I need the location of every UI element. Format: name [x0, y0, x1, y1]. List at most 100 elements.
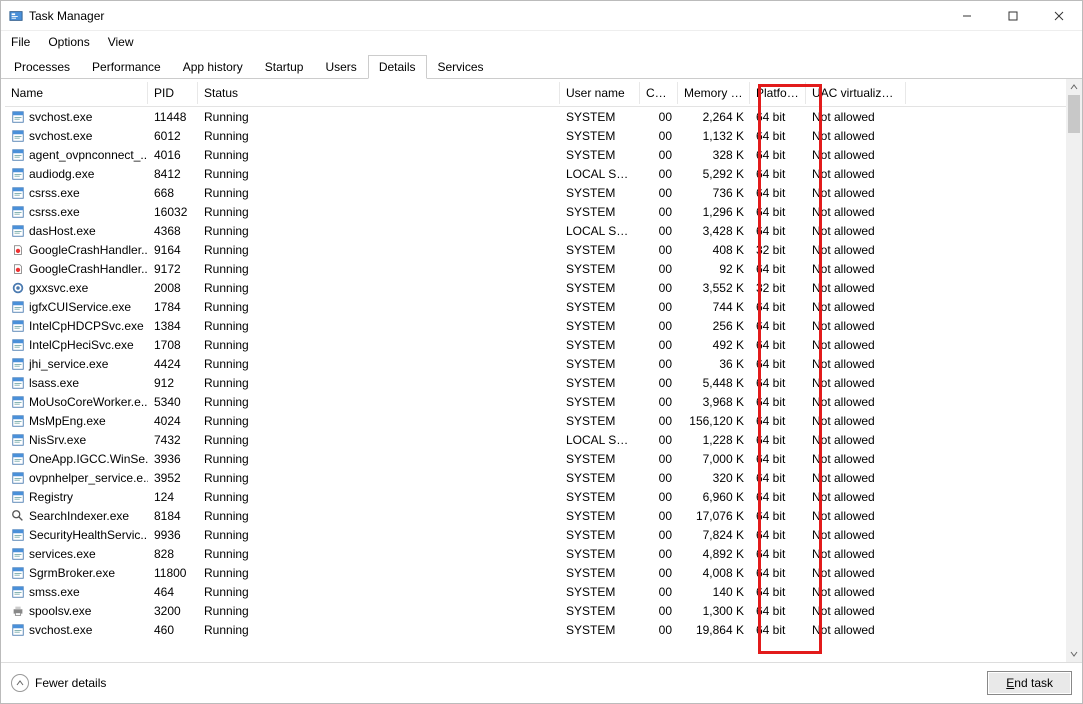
tab-startup[interactable]: Startup: [254, 55, 315, 79]
process-pid: 4016: [148, 148, 198, 162]
tab-apphistory[interactable]: App history: [172, 55, 254, 79]
col-header-memory[interactable]: Memory (a...: [678, 82, 750, 104]
menu-file[interactable]: File: [11, 35, 30, 49]
process-row[interactable]: jhi_service.exe4424RunningSYSTEM0036 K64…: [5, 354, 1066, 373]
process-row[interactable]: NisSrv.exe7432RunningLOCAL SE...001,228 …: [5, 430, 1066, 449]
process-icon: [11, 129, 25, 143]
process-row[interactable]: svchost.exe6012RunningSYSTEM001,132 K64 …: [5, 126, 1066, 145]
process-user: SYSTEM: [560, 338, 640, 352]
process-row[interactable]: smss.exe464RunningSYSTEM00140 K64 bitNot…: [5, 582, 1066, 601]
process-row[interactable]: MoUsoCoreWorker.e...5340RunningSYSTEM003…: [5, 392, 1066, 411]
process-uac: Not allowed: [806, 262, 906, 276]
tab-details[interactable]: Details: [368, 55, 427, 79]
col-header-status[interactable]: Status: [198, 82, 560, 104]
process-icon: [11, 585, 25, 599]
close-button[interactable]: [1036, 1, 1082, 31]
scroll-down-arrow[interactable]: [1066, 646, 1082, 662]
process-uac: Not allowed: [806, 623, 906, 637]
process-status: Running: [198, 414, 560, 428]
process-row[interactable]: MsMpEng.exe4024RunningSYSTEM00156,120 K6…: [5, 411, 1066, 430]
process-cpu: 00: [640, 205, 678, 219]
process-platform: 64 bit: [750, 490, 806, 504]
process-user: SYSTEM: [560, 623, 640, 637]
process-row[interactable]: lsass.exe912RunningSYSTEM005,448 K64 bit…: [5, 373, 1066, 392]
process-memory: 256 K: [678, 319, 750, 333]
process-icon: [11, 300, 25, 314]
process-memory: 736 K: [678, 186, 750, 200]
col-header-platform[interactable]: Platform: [750, 82, 806, 104]
process-pid: 1784: [148, 300, 198, 314]
process-uac: Not allowed: [806, 357, 906, 371]
process-icon: [11, 490, 25, 504]
menu-view[interactable]: View: [108, 35, 134, 49]
process-uac: Not allowed: [806, 452, 906, 466]
process-row[interactable]: spoolsv.exe3200RunningSYSTEM001,300 K64 …: [5, 601, 1066, 620]
process-pid: 464: [148, 585, 198, 599]
col-header-name[interactable]: Name: [5, 82, 148, 104]
process-row[interactable]: GoogleCrashHandler...9164RunningSYSTEM00…: [5, 240, 1066, 259]
process-row[interactable]: IntelCpHeciSvc.exe1708RunningSYSTEM00492…: [5, 335, 1066, 354]
scroll-up-arrow[interactable]: [1066, 79, 1082, 95]
tab-processes[interactable]: Processes: [3, 55, 81, 79]
process-status: Running: [198, 129, 560, 143]
process-memory: 36 K: [678, 357, 750, 371]
process-row[interactable]: igfxCUIService.exe1784RunningSYSTEM00744…: [5, 297, 1066, 316]
process-row[interactable]: svchost.exe11448RunningSYSTEM002,264 K64…: [5, 107, 1066, 126]
process-row[interactable]: GoogleCrashHandler...9172RunningSYSTEM00…: [5, 259, 1066, 278]
process-platform: 64 bit: [750, 148, 806, 162]
maximize-button[interactable]: [990, 1, 1036, 31]
tab-performance[interactable]: Performance: [81, 55, 172, 79]
process-pid: 912: [148, 376, 198, 390]
process-user: SYSTEM: [560, 395, 640, 409]
scroll-thumb[interactable]: [1068, 95, 1080, 133]
process-user: SYSTEM: [560, 205, 640, 219]
process-platform: 64 bit: [750, 167, 806, 181]
process-uac: Not allowed: [806, 110, 906, 124]
col-header-uac[interactable]: UAC virtualizat...: [806, 82, 906, 104]
fewer-details-toggle[interactable]: Fewer details: [11, 674, 106, 692]
process-row[interactable]: dasHost.exe4368RunningLOCAL SE...003,428…: [5, 221, 1066, 240]
process-row[interactable]: SgrmBroker.exe11800RunningSYSTEM004,008 …: [5, 563, 1066, 582]
process-platform: 64 bit: [750, 566, 806, 580]
vertical-scrollbar[interactable]: [1066, 79, 1082, 662]
process-platform: 64 bit: [750, 509, 806, 523]
process-memory: 1,132 K: [678, 129, 750, 143]
process-row[interactable]: ovpnhelper_service.e...3952RunningSYSTEM…: [5, 468, 1066, 487]
process-row[interactable]: Registry124RunningSYSTEM006,960 K64 bitN…: [5, 487, 1066, 506]
process-uac: Not allowed: [806, 566, 906, 580]
process-status: Running: [198, 433, 560, 447]
tab-services[interactable]: Services: [427, 55, 495, 79]
process-row[interactable]: csrss.exe16032RunningSYSTEM001,296 K64 b…: [5, 202, 1066, 221]
process-status: Running: [198, 338, 560, 352]
process-status: Running: [198, 528, 560, 542]
process-icon: [11, 110, 25, 124]
process-row[interactable]: audiodg.exe8412RunningLOCAL SE...005,292…: [5, 164, 1066, 183]
process-row[interactable]: csrss.exe668RunningSYSTEM00736 K64 bitNo…: [5, 183, 1066, 202]
col-header-pid[interactable]: PID: [148, 82, 198, 104]
process-row[interactable]: OneApp.IGCC.WinSe...3936RunningSYSTEM007…: [5, 449, 1066, 468]
process-cpu: 00: [640, 509, 678, 523]
process-row[interactable]: gxxsvc.exe2008RunningSYSTEM003,552 K32 b…: [5, 278, 1066, 297]
process-cpu: 00: [640, 262, 678, 276]
menu-options[interactable]: Options: [48, 35, 89, 49]
process-uac: Not allowed: [806, 129, 906, 143]
process-row[interactable]: agent_ovpnconnect_...4016RunningSYSTEM00…: [5, 145, 1066, 164]
process-row[interactable]: SecurityHealthServic...9936RunningSYSTEM…: [5, 525, 1066, 544]
process-row[interactable]: SearchIndexer.exe8184RunningSYSTEM0017,0…: [5, 506, 1066, 525]
process-status: Running: [198, 566, 560, 580]
process-row[interactable]: IntelCpHDCPSvc.exe1384RunningSYSTEM00256…: [5, 316, 1066, 335]
process-row[interactable]: svchost.exe460RunningSYSTEM0019,864 K64 …: [5, 620, 1066, 639]
end-task-button[interactable]: End task: [987, 671, 1072, 695]
process-platform: 64 bit: [750, 414, 806, 428]
process-user: SYSTEM: [560, 300, 640, 314]
col-header-user[interactable]: User name: [560, 82, 640, 104]
minimize-button[interactable]: [944, 1, 990, 31]
tab-users[interactable]: Users: [314, 55, 367, 79]
process-status: Running: [198, 547, 560, 561]
col-header-cpu[interactable]: CPU: [640, 82, 678, 104]
process-name: dasHost.exe: [29, 224, 96, 238]
process-pid: 1384: [148, 319, 198, 333]
process-row[interactable]: services.exe828RunningSYSTEM004,892 K64 …: [5, 544, 1066, 563]
process-platform: 64 bit: [750, 452, 806, 466]
process-name: GoogleCrashHandler...: [29, 262, 148, 276]
